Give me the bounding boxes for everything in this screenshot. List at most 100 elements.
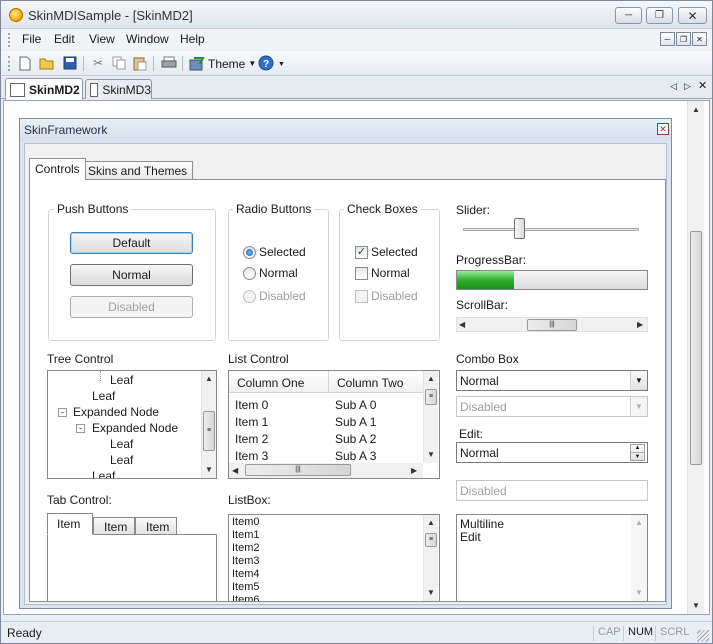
list-cell[interactable]: Item 2 [235,432,268,446]
scroll-down-icon[interactable]: ▼ [635,588,643,597]
tab-control-item-1[interactable]: Item [47,513,93,535]
multiline-edit[interactable]: Multiline Edit ▲ ▼ [456,514,648,602]
checkbox-selected[interactable]: ✓ [355,246,368,259]
listbox-item[interactable]: Item1 [232,529,260,542]
combo-box[interactable]: Normal ▼ [456,370,648,391]
checkbox-normal[interactable] [355,267,368,280]
tree-vertical-scrollbar[interactable]: ▲ ≡ ▼ [201,371,216,478]
scroll-up-icon[interactable]: ▲ [635,518,643,527]
default-button[interactable]: Default [70,232,193,254]
column-header-one[interactable]: Column One [237,376,304,390]
tree-item[interactable]: Leaf [92,469,115,478]
radio-normal[interactable] [243,267,256,280]
scroll-right-icon[interactable]: ▶ [637,320,643,329]
menu-help[interactable]: Help [180,32,205,46]
horizontal-scrollbar[interactable]: ◀ ||| ▶ [456,317,648,332]
tab-skins-and-themes[interactable]: Skins and Themes [82,161,194,179]
list-cell[interactable]: Item 0 [235,398,268,412]
listbox-item[interactable]: Item2 [232,542,260,555]
tree-item[interactable]: Leaf [92,389,115,403]
open-folder-button[interactable] [39,55,55,71]
listbox-item[interactable]: Item0 [232,516,260,529]
scrollbar-thumb[interactable]: ≡ [425,533,437,547]
scrollbar-thumb[interactable]: ≡ [425,389,437,405]
mdi-minimize-button[interactable]: ─ [660,32,675,46]
scroll-down-icon[interactable]: ▼ [427,588,435,597]
spin-down-icon[interactable]: ▼ [631,453,644,461]
list-cell[interactable]: Item 3 [235,449,268,463]
scrollbar-thumb[interactable]: ≡ [203,411,215,451]
mdi-restore-button[interactable]: ❐ [676,32,691,46]
maximize-button[interactable]: ❐ [646,7,673,24]
theme-dropdown[interactable]: Theme ▼ [189,55,256,72]
scroll-left-icon[interactable]: ◀ [459,320,465,329]
listbox-vertical-scrollbar[interactable]: ▲ ≡ ▼ [423,515,438,601]
combo-dropdown-button[interactable]: ▼ [630,371,647,390]
list-cell[interactable]: Item 1 [235,415,268,429]
close-tab-icon[interactable]: ✕ [698,79,707,92]
scroll-left-icon[interactable]: ◁ [670,81,677,92]
listbox-item[interactable]: Item6 [232,594,260,601]
scrollbar-thumb[interactable]: ||| [527,319,577,331]
scroll-up-icon[interactable]: ▲ [205,374,213,383]
list-control[interactable]: Column One Column Two Item 0 Sub A 0 Ite… [228,370,440,479]
menu-window[interactable]: Window [126,32,169,46]
menu-edit[interactable]: Edit [54,32,75,46]
column-header-two[interactable]: Column Two [337,376,403,390]
scroll-left-icon[interactable]: ◀ [232,466,238,475]
menu-file[interactable]: File [22,32,41,46]
doc-tab-skinmd2[interactable]: SkinMD2 [5,78,83,100]
listbox[interactable]: Item0 Item1 Item2 Item3 Item4 Item5 Item… [228,514,440,602]
tab-control-item-2[interactable]: Item [93,517,135,535]
tab-controls[interactable]: Controls [29,158,86,180]
tab-control-item-3[interactable]: Item [135,517,177,535]
print-button[interactable] [161,55,177,71]
slider-thumb[interactable] [514,218,525,239]
scroll-right-icon[interactable]: ▶ [411,466,417,475]
collapse-icon[interactable]: - [76,424,85,433]
save-button[interactable] [62,55,78,71]
listbox-item[interactable]: Item3 [232,555,260,568]
list-horizontal-scrollbar[interactable]: ◀ ||| ▶ [229,463,423,478]
menu-view[interactable]: View [89,32,115,46]
column-divider[interactable] [328,371,329,393]
tree-item[interactable]: Expanded Node [92,421,178,435]
cut-button[interactable]: ✂ [90,55,106,71]
doc-tab-skinmd3[interactable]: SkinMD3 [85,79,152,99]
listbox-item[interactable]: Item5 [232,581,260,594]
list-vertical-scrollbar[interactable]: ▲ ≡ ▼ [423,371,438,463]
copy-button[interactable] [111,55,127,71]
scroll-up-icon[interactable]: ▲ [427,374,435,383]
tree-item[interactable]: Leaf [110,373,133,387]
close-button[interactable]: ✕ [678,7,707,24]
new-file-button[interactable] [17,55,33,71]
scroll-up-icon[interactable]: ▲ [427,518,435,527]
spin-up-icon[interactable]: ▲ [631,445,644,453]
spin-buttons[interactable]: ▲ ▼ [630,444,645,461]
scrollbar-thumb[interactable]: ||| [245,464,351,476]
tree-item[interactable]: Expanded Node [73,405,159,419]
edit-spin-field[interactable]: Normal ▲ ▼ [456,442,648,463]
child-close-button[interactable]: ✕ [657,123,669,135]
resize-grip-icon[interactable] [697,630,709,642]
paste-button[interactable] [132,55,148,71]
mdi-vertical-scrollbar[interactable]: ▲ ▼ [687,101,704,614]
scrollbar-thumb[interactable] [690,231,702,465]
normal-button[interactable]: Normal [70,264,193,286]
listbox-item[interactable]: Item4 [232,568,260,581]
scroll-down-icon[interactable]: ▼ [205,465,213,474]
scroll-down-icon[interactable]: ▼ [692,601,700,610]
scroll-up-icon[interactable]: ▲ [692,105,700,114]
tree-item[interactable]: Leaf [110,453,133,467]
scroll-down-icon[interactable]: ▼ [427,450,435,459]
radio-selected[interactable] [243,246,256,259]
mdi-close-button[interactable]: ✕ [692,32,707,46]
minimize-button[interactable]: ─ [615,7,642,24]
tree-item[interactable]: Leaf [110,437,133,451]
overflow-arrow-icon[interactable]: ▼ [278,61,285,68]
collapse-icon[interactable]: - [58,408,67,417]
help-button[interactable]: ? [258,55,274,71]
scroll-right-icon[interactable]: ▷ [684,81,691,92]
multiline-vertical-scrollbar[interactable]: ▲ ▼ [631,515,647,601]
tree-control[interactable]: Leaf Leaf - Expanded Node - Expanded Nod… [47,370,217,479]
